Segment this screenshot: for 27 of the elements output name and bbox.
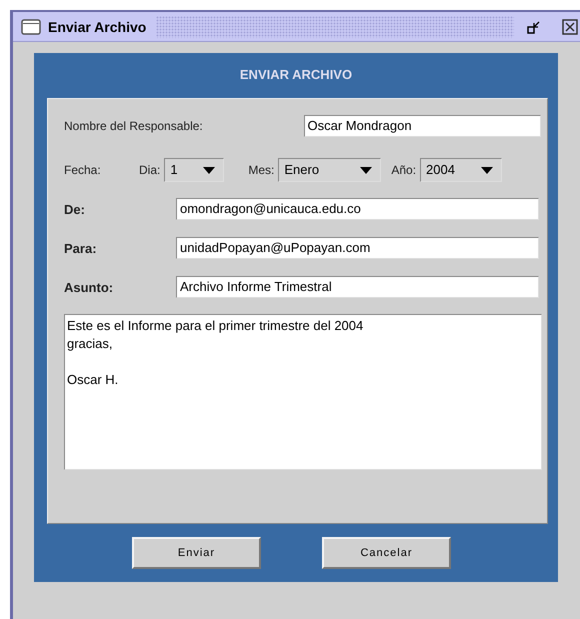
form-heading: ENVIAR ARCHIVO	[238, 66, 354, 84]
window-title: Enviar Archivo	[48, 18, 146, 34]
text-field[interactable]: unidadPopayan@uPopayan.com	[176, 237, 539, 259]
caret-icon	[360, 166, 372, 174]
minimize-icon[interactable]	[526, 18, 542, 34]
field-label: Nombre del Responsable:	[64, 119, 204, 133]
field-label: Año:	[391, 163, 416, 177]
field-label: De:	[64, 202, 86, 216]
close-icon[interactable]	[562, 18, 578, 34]
dialog-button[interactable]: Enviar	[132, 537, 261, 569]
field-label: Para:	[64, 240, 98, 256]
name-field[interactable]: Oscar Mondragon	[304, 115, 541, 137]
field-label: Mes:	[248, 163, 274, 177]
dropdown[interactable]: 1	[164, 158, 224, 182]
window-icon	[21, 18, 41, 34]
dialog-button[interactable]: Cancelar	[322, 537, 451, 569]
title-bar-grip[interactable]	[156, 16, 514, 38]
dropdown[interactable]: 2004	[420, 158, 502, 182]
message-field[interactable]: Este es el Informe para el primer trimestre del 2004 gracias, Oscar H.	[64, 314, 542, 470]
text-field[interactable]: Archivo Informe Trimestral	[176, 276, 539, 298]
caret-icon	[203, 166, 216, 174]
field-label: Asunto:	[64, 280, 114, 294]
field-label: Fecha:	[64, 163, 102, 177]
dropdown[interactable]: Enero	[278, 158, 382, 182]
text-field[interactable]: omondragon@unicauca.edu.co	[176, 198, 539, 220]
caret-icon	[481, 166, 494, 174]
field-label: Dia:	[139, 163, 160, 177]
